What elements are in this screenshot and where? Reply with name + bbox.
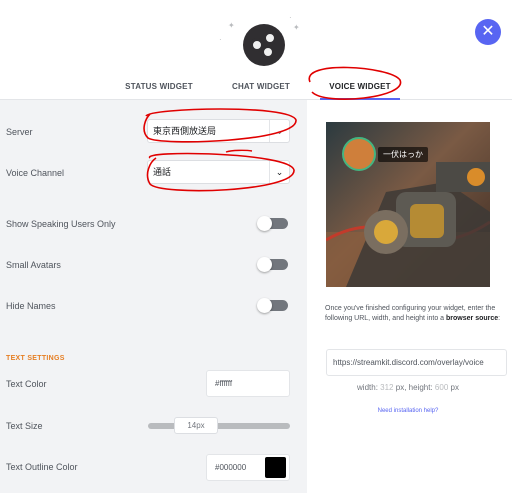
dimensions-text: width: 312 px, height: 600 px xyxy=(357,383,459,392)
small-avatars-toggle[interactable] xyxy=(257,257,288,272)
overlay-url-field[interactable]: https://streamkit.discord.com/overlay/vo… xyxy=(326,349,507,376)
text-color-label: Text Color xyxy=(6,379,47,389)
hide-names-toggle[interactable] xyxy=(257,298,288,313)
widget-tabs: STATUS WIDGET CHAT WIDGET VOICE WIDGET xyxy=(0,78,512,100)
chevron-down-icon: ⌄ xyxy=(269,120,289,142)
sparkle-icon: ✦ xyxy=(228,21,235,30)
sparkle-icon: · xyxy=(289,13,292,22)
chevron-down-icon: ⌄ xyxy=(269,161,289,183)
tab-chat-widget[interactable]: CHAT WIDGET xyxy=(226,78,296,100)
instructions-bold: browser source xyxy=(446,315,499,322)
installation-help-link[interactable]: Need installation help? xyxy=(326,408,490,414)
sparkle-icon: ✦ xyxy=(293,23,300,32)
tab-status-widget[interactable]: STATUS WIDGET xyxy=(120,78,198,100)
text-color-input[interactable]: #ffffff xyxy=(206,370,290,397)
width-value: 312 xyxy=(380,383,394,392)
sparkle-icon: · xyxy=(219,35,222,44)
voice-channel-select[interactable]: 通話 ⌄ xyxy=(147,160,290,184)
show-speaking-label: Show Speaking Users Only xyxy=(6,219,116,229)
voice-channel-select-value: 通話 xyxy=(153,167,172,177)
close-button[interactable]: ✕ xyxy=(475,19,501,45)
text-size-slider-handle[interactable]: 14px xyxy=(174,417,218,434)
settings-panel xyxy=(0,100,307,493)
avatar xyxy=(342,137,376,171)
tab-voice-widget[interactable]: VOICE WIDGET xyxy=(320,78,400,100)
height-value: 600 xyxy=(434,383,449,392)
instructions-text: Once you've finished configuring your wi… xyxy=(325,304,507,324)
header: ✦ · · ✦ ✕ STATUS WIDGET CHAT WIDGET VOIC… xyxy=(0,0,512,100)
instructions-end: : xyxy=(498,315,501,322)
streamkit-logo-icon xyxy=(243,24,285,66)
text-size-slider[interactable] xyxy=(148,423,290,429)
text-size-label: Text Size xyxy=(6,421,43,431)
hide-names-label: Hide Names xyxy=(6,301,56,311)
outline-color-label: Text Outline Color xyxy=(6,462,78,472)
width-unit: px xyxy=(395,383,405,392)
voice-channel-label: Voice Channel xyxy=(6,168,65,178)
width-label: width: xyxy=(357,383,378,392)
text-settings-title: TEXT SETTINGS xyxy=(6,355,65,362)
server-select[interactable]: 東京西側放送局 ⌄ xyxy=(147,119,290,143)
show-speaking-toggle[interactable] xyxy=(257,216,288,231)
height-label: height: xyxy=(408,383,433,392)
height-unit: px xyxy=(450,383,459,392)
outline-color-swatch[interactable] xyxy=(265,457,286,478)
server-label: Server xyxy=(6,127,33,137)
small-avatars-label: Small Avatars xyxy=(6,260,61,270)
speaker-name-tag: 一伏はっか xyxy=(378,147,428,162)
server-select-value: 東京西側放送局 xyxy=(153,126,217,136)
